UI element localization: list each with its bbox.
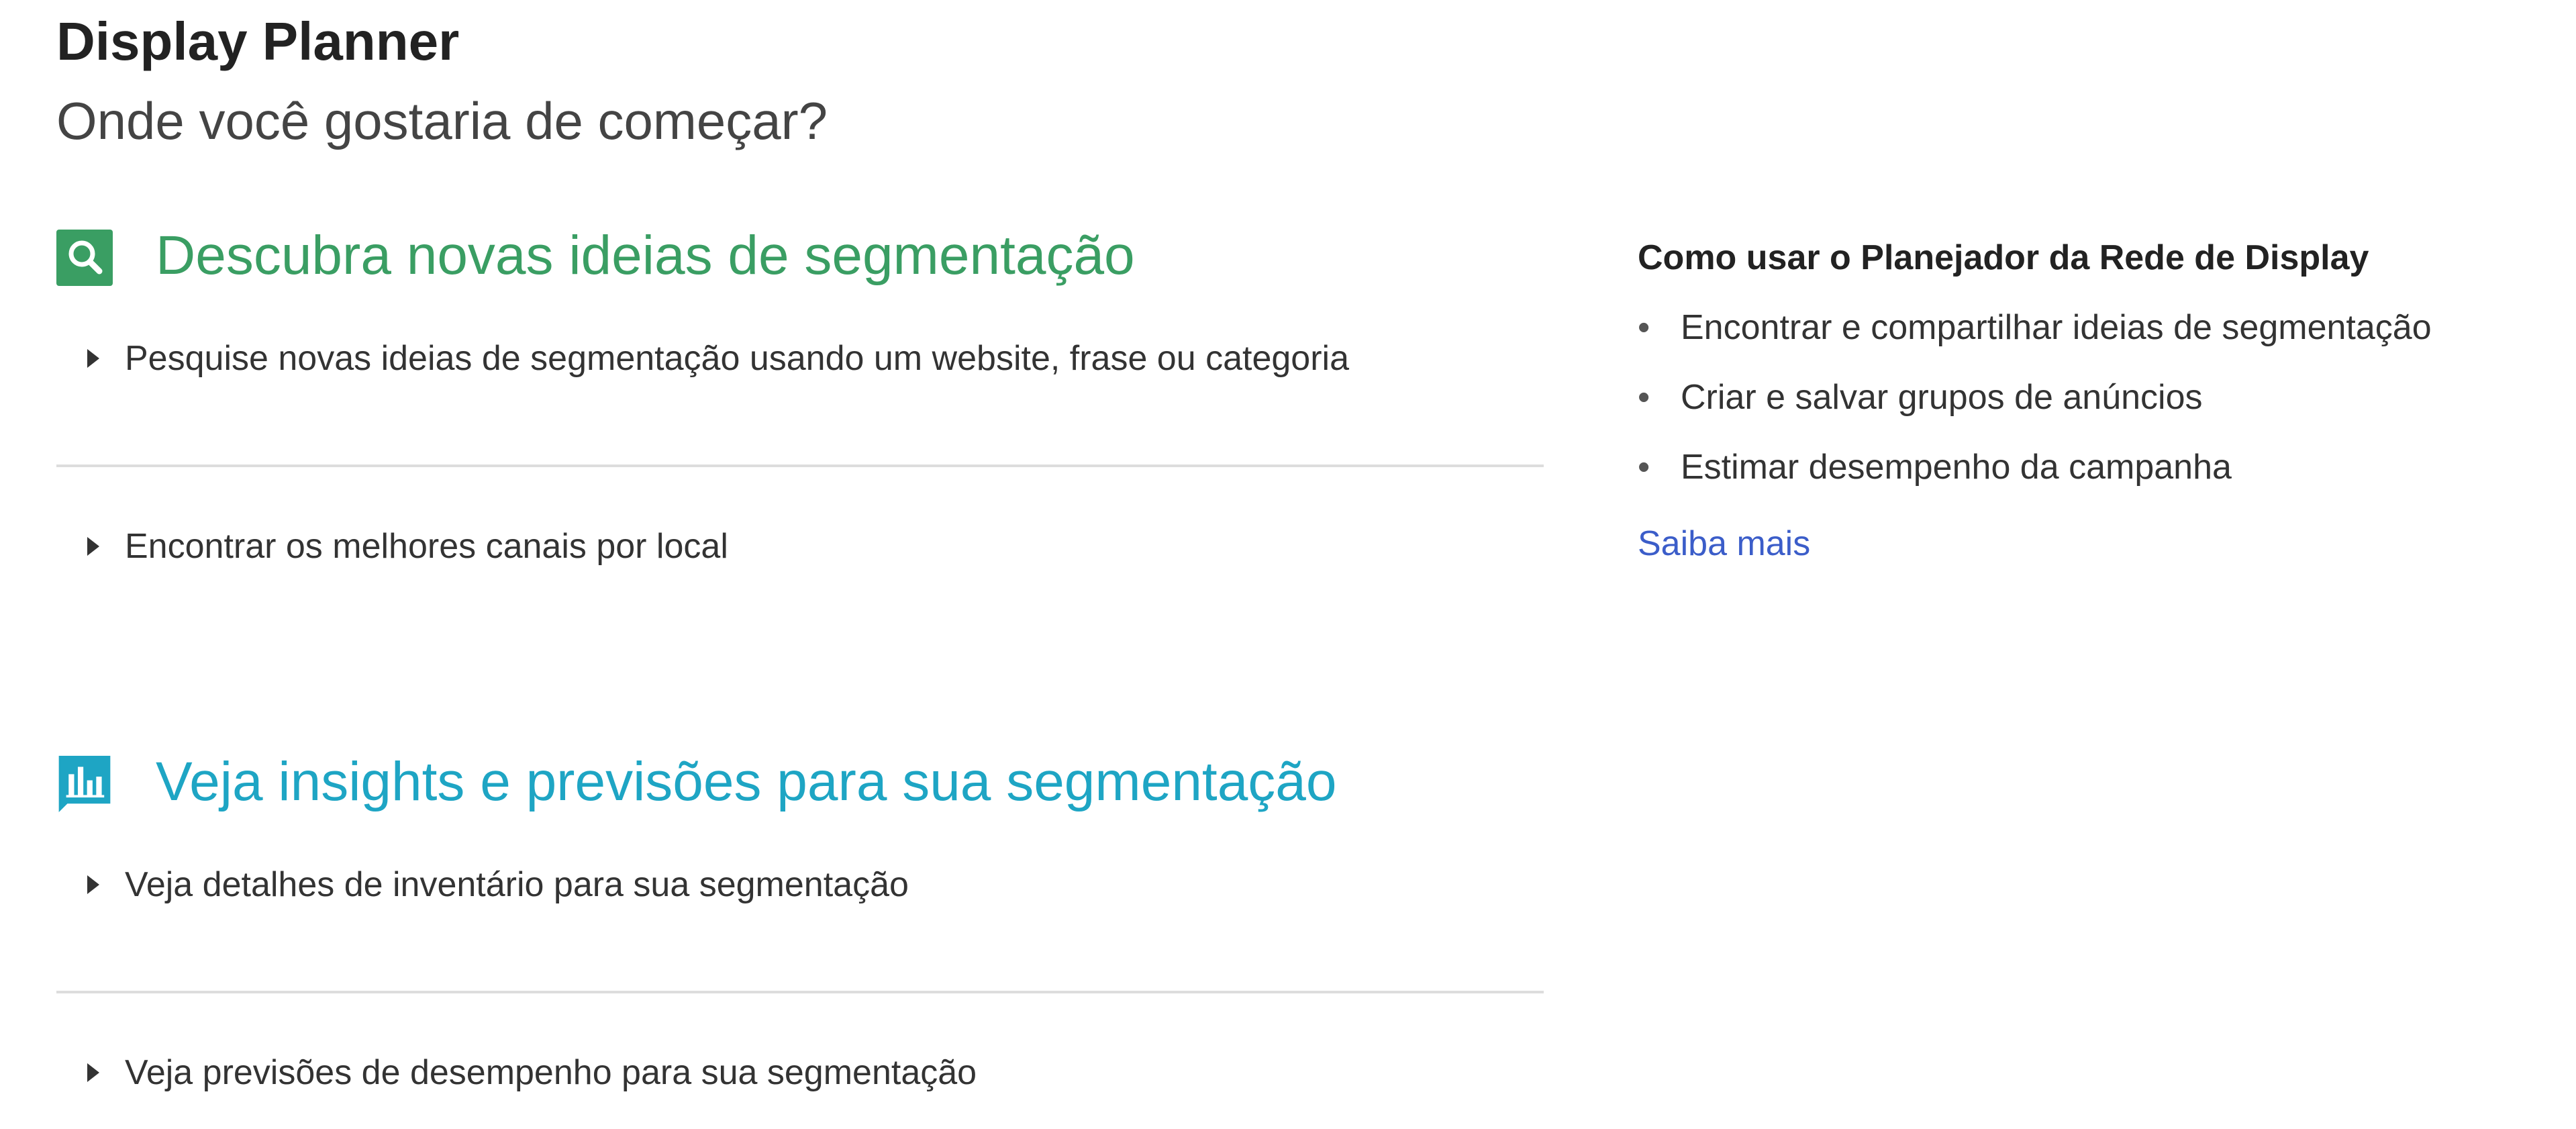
sidebar-item-label: Criar e salvar grupos de anúncios xyxy=(1681,378,2203,417)
section-header: Descubra novas ideias de segmentação xyxy=(56,208,1544,309)
app-title: Display Planner xyxy=(56,11,460,71)
page-subtitle: Onde você gostaria de começar? xyxy=(56,91,828,150)
bullet: • xyxy=(1638,448,1650,487)
section-header: Veja insights e previsões para sua segme… xyxy=(56,734,1544,835)
option-search-targeting-ideas[interactable]: Pesquise novas ideias de segmentação usa… xyxy=(56,309,1544,464)
main-content: Descubra novas ideias de segmentação Pes… xyxy=(56,208,1544,1129)
section-insights-forecasts: Veja insights e previsões para sua segme… xyxy=(56,734,1544,1129)
sidebar-list: • Encontrar e compartilhar ideias de seg… xyxy=(1638,306,2550,516)
sidebar-list-item: • Encontrar e compartilhar ideias de seg… xyxy=(1638,306,2550,376)
caret-right-icon xyxy=(87,537,99,556)
bar-chart-icon xyxy=(58,756,111,812)
sidebar-item-label: Encontrar e compartilhar ideias de segme… xyxy=(1681,308,2432,347)
option-label: Pesquise novas ideias de segmentação usa… xyxy=(125,339,1350,378)
display-planner-page: Display Planner Onde você gostaria de co… xyxy=(0,0,2576,1129)
section-title: Descubra novas ideias de segmentação xyxy=(156,225,1135,286)
option-performance-forecasts[interactable]: Veja previsões de desempenho para sua se… xyxy=(56,991,1544,1129)
how-to-use-sidebar: Como usar o Planejador da Rede de Displa… xyxy=(1638,236,2550,565)
sidebar-list-item: • Criar e salvar grupos de anúncios xyxy=(1638,376,2550,446)
section-discover-targeting: Descubra novas ideias de segmentação Pes… xyxy=(56,208,1544,623)
learn-more-link[interactable]: Saiba mais xyxy=(1638,522,1810,565)
caret-right-icon xyxy=(87,875,99,894)
option-best-placements-by-location[interactable]: Encontrar os melhores canais por local xyxy=(56,464,1544,623)
sidebar-list-item: • Estimar desempenho da campanha xyxy=(1638,446,2550,516)
caret-right-icon xyxy=(87,349,99,368)
bullet: • xyxy=(1638,308,1650,347)
caret-right-icon xyxy=(87,1063,99,1082)
bullet: • xyxy=(1638,378,1650,417)
section-title: Veja insights e previsões para sua segme… xyxy=(156,751,1337,812)
sidebar-title: Como usar o Planejador da Rede de Displa… xyxy=(1638,238,2369,277)
option-label: Veja previsões de desempenho para sua se… xyxy=(125,1053,977,1092)
option-label: Veja detalhes de inventário para sua seg… xyxy=(125,865,909,904)
option-inventory-details[interactable]: Veja detalhes de inventário para sua seg… xyxy=(56,835,1544,991)
option-label: Encontrar os melhores canais por local xyxy=(125,527,728,566)
search-icon xyxy=(56,230,113,286)
sidebar-item-label: Estimar desempenho da campanha xyxy=(1681,448,2232,487)
